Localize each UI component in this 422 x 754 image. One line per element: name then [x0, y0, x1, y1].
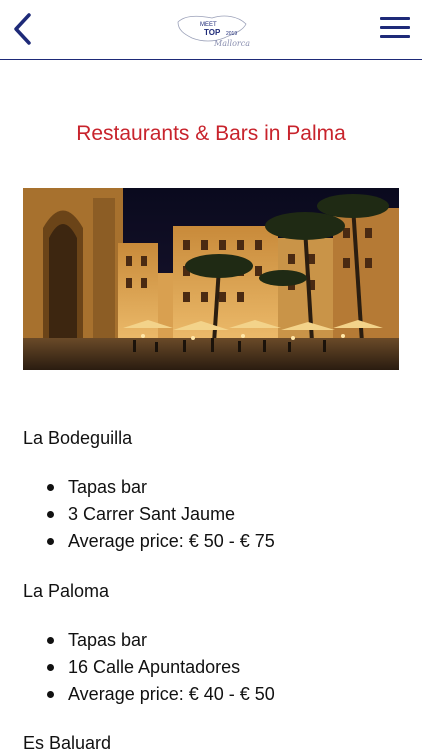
- list-item: 16 Calle Apuntadores: [23, 654, 275, 681]
- svg-text:TOP: TOP: [204, 28, 221, 37]
- palma-plaza-photo: [23, 188, 399, 370]
- svg-text:Mallorca: Mallorca: [213, 39, 250, 48]
- restaurant-section: La Bodeguilla Tapas bar 3 Carrer Sant Ja…: [23, 428, 275, 555]
- bullet-icon: [47, 691, 54, 698]
- hamburger-icon: [380, 17, 410, 38]
- app-header: MEET TOP 2019 Mallorca: [0, 0, 422, 60]
- bullet-icon: [47, 511, 54, 518]
- detail-address: 16 Calle Apuntadores: [68, 657, 241, 677]
- restaurant-section: Es Baluard: [23, 733, 111, 754]
- svg-text:2019: 2019: [226, 31, 237, 37]
- menu-button[interactable]: [380, 17, 410, 39]
- restaurant-details: Tapas bar 16 Calle Apuntadores Average p…: [23, 627, 275, 708]
- list-item: 3 Carrer Sant Jaume: [23, 501, 275, 528]
- list-item: Average price: € 50 - € 75: [23, 528, 275, 555]
- detail-address: 3 Carrer Sant Jaume: [68, 504, 236, 524]
- bullet-icon: [47, 664, 54, 671]
- restaurant-details: Tapas bar 3 Carrer Sant Jaume Average pr…: [23, 474, 275, 555]
- restaurant-section: La Paloma Tapas bar 16 Calle Apuntadores…: [23, 581, 275, 708]
- restaurant-name: La Bodeguilla: [23, 428, 133, 448]
- page-title: Restaurants & Bars in Palma: [76, 122, 346, 146]
- detail-type: Tapas bar: [68, 477, 148, 497]
- bullet-icon: [47, 637, 54, 644]
- palma-plaza-night-photo: [23, 188, 399, 370]
- back-button[interactable]: [10, 12, 36, 46]
- detail-price: Average price: € 50 - € 75: [68, 531, 275, 551]
- meet-top-logo: MEET TOP 2019 Mallorca: [172, 8, 252, 52]
- bullet-icon: [47, 484, 54, 491]
- list-item: Average price: € 40 - € 50: [23, 681, 275, 708]
- detail-type: Tapas bar: [68, 630, 148, 650]
- bullet-icon: [47, 538, 54, 545]
- chevron-left-icon: [14, 13, 31, 45]
- list-item: Tapas bar: [23, 474, 275, 501]
- list-item: Tapas bar: [23, 627, 275, 654]
- detail-price: Average price: € 40 - € 50: [68, 684, 275, 704]
- restaurant-name: Es Baluard: [23, 733, 112, 753]
- restaurant-name: La Paloma: [23, 581, 110, 601]
